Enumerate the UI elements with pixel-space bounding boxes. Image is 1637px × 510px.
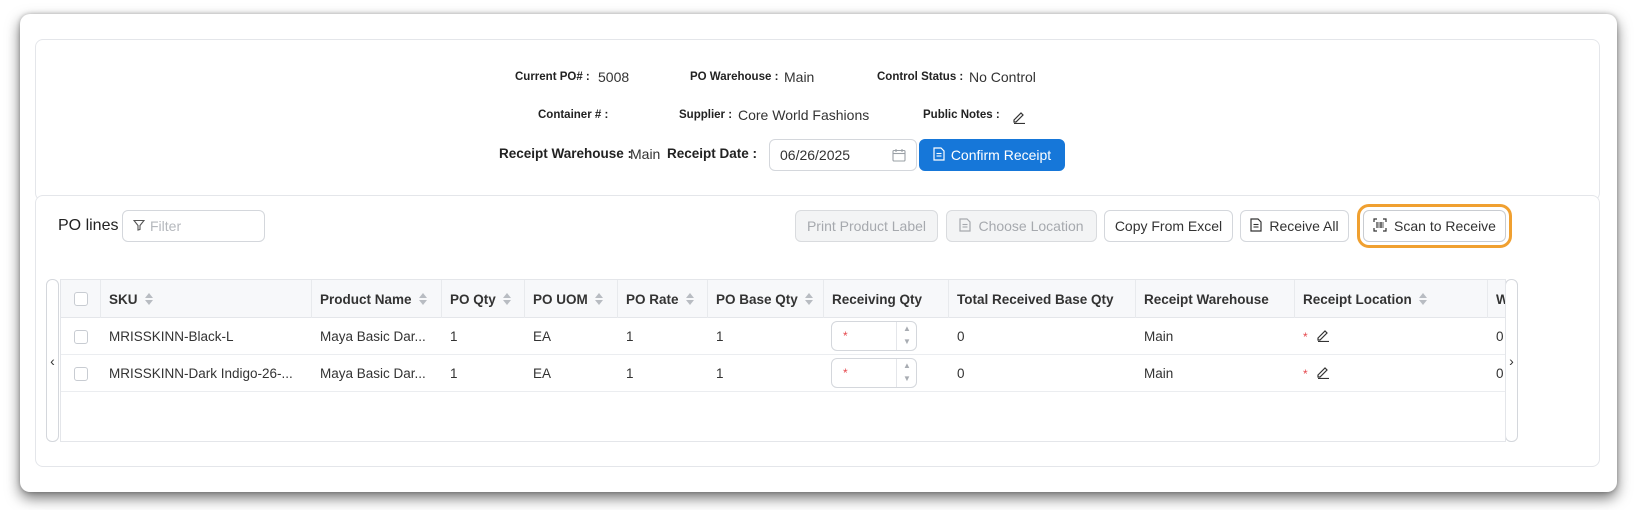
cell-po-rate: 1 <box>626 329 634 344</box>
cell-po-qty: 1 <box>450 366 458 381</box>
column-header-po-uom[interactable]: PO UOM <box>525 280 618 318</box>
cell-product-name: Maya Basic Dar... <box>320 366 426 381</box>
confirm-receipt-label: Confirm Receipt <box>950 147 1052 163</box>
cell-po-base-qty: 1 <box>716 366 724 381</box>
receiving-qty-input[interactable]: * ▲ ▼ <box>831 358 917 388</box>
receipt-date-value: 06/26/2025 <box>780 147 851 163</box>
sort-icon[interactable] <box>502 293 511 305</box>
cell-receipt-location: * <box>1295 318 1488 355</box>
column-header-po-qty[interactable]: PO Qty <box>442 280 525 318</box>
choose-location-button[interactable]: Choose Location <box>946 210 1097 242</box>
sort-icon[interactable] <box>418 293 427 305</box>
cell-receipt-warehouse: Main <box>1144 329 1174 344</box>
receipt-date-input[interactable]: 06/26/2025 <box>769 139 917 171</box>
po-warehouse-value: Main <box>784 69 815 85</box>
filter-placeholder: Filter <box>150 218 182 234</box>
receipt-date-label: Receipt Date : <box>667 146 758 161</box>
cell-po-qty: 1 <box>450 329 458 344</box>
table-header: SKU Product Name PO Qty PO UOM PO Rate P… <box>61 280 1505 318</box>
cell-w: 0 <box>1496 366 1504 381</box>
stepper-arrows[interactable]: ▲ ▼ <box>896 322 916 350</box>
column-header-w: W <box>1488 280 1505 318</box>
receipt-warehouse-label: Receipt Warehouse : <box>499 146 633 161</box>
cell-total-received-base-qty: 0 <box>957 366 965 381</box>
cell-receipt-warehouse: Main <box>1144 366 1174 381</box>
sort-icon[interactable] <box>804 293 813 305</box>
receive-all-button[interactable]: Receive All <box>1240 210 1349 242</box>
supplier-label: Supplier : <box>679 109 733 121</box>
required-marker: * <box>843 366 848 380</box>
required-marker: * <box>843 329 848 343</box>
control-status-label: Control Status : <box>877 71 964 83</box>
po-lines-title: PO lines <box>58 217 119 234</box>
column-header-total-received-base-qty: Total Received Base Qty <box>949 280 1136 318</box>
column-header-receipt-warehouse: Receipt Warehouse <box>1136 280 1295 318</box>
required-marker: * <box>1303 329 1308 344</box>
column-header-po-rate[interactable]: PO Rate <box>618 280 708 318</box>
receive-all-text: Receive All <box>1269 218 1339 234</box>
po-lines-table: SKU Product Name PO Qty PO UOM PO Rate P… <box>60 279 1506 442</box>
po-warehouse-label: PO Warehouse : <box>690 71 779 83</box>
table-row[interactable]: MRISSKINN-Black-L Maya Basic Dar... 1 EA… <box>61 318 1505 355</box>
public-notes-label: Public Notes : <box>923 109 1000 121</box>
edit-location-icon[interactable] <box>1316 328 1330 345</box>
supplier-value: Core World Fashions <box>738 107 870 123</box>
sort-icon[interactable] <box>1418 293 1427 305</box>
copy-from-excel-button[interactable]: Copy From Excel <box>1104 210 1233 242</box>
cell-po-uom: EA <box>533 366 552 381</box>
receipt-warehouse-value: Main <box>630 146 661 162</box>
sort-icon[interactable] <box>594 293 603 305</box>
chevron-left-icon: ‹ <box>50 352 55 369</box>
scroll-left-button[interactable]: ‹ <box>46 279 59 442</box>
calendar-icon[interactable] <box>892 148 906 165</box>
cell-sku: MRISSKINN-Black-L <box>109 329 234 344</box>
current-po-label: Current PO# : <box>515 71 590 83</box>
column-header-sku[interactable]: SKU <box>101 280 312 318</box>
scan-to-receive-button[interactable]: Scan to Receive <box>1357 204 1512 248</box>
stepper-arrows[interactable]: ▲ ▼ <box>896 359 916 387</box>
document-icon <box>959 217 972 235</box>
filter-icon <box>132 218 146 234</box>
document-icon <box>933 146 945 164</box>
chevron-right-icon: › <box>1509 352 1514 369</box>
column-header-receipt-location[interactable]: Receipt Location <box>1295 280 1488 318</box>
app-window: Current PO# : 5008 PO Warehouse : Main C… <box>20 14 1617 492</box>
column-header-product-name[interactable]: Product Name <box>312 280 442 318</box>
print-product-label-button[interactable]: Print Product Label <box>795 210 938 242</box>
filter-input[interactable]: Filter <box>122 210 265 242</box>
column-header-receiving-qty: Receiving Qty <box>824 280 949 318</box>
cell-product-name: Maya Basic Dar... <box>320 329 426 344</box>
sort-icon[interactable] <box>685 293 694 305</box>
edit-public-notes-icon[interactable] <box>1012 110 1028 126</box>
select-all-cell <box>61 280 101 318</box>
cell-po-uom: EA <box>533 329 552 344</box>
cell-po-base-qty: 1 <box>716 329 724 344</box>
control-status-value: No Control <box>969 69 1036 85</box>
copy-from-excel-text: Copy From Excel <box>1114 218 1223 234</box>
cell-w: 0 <box>1496 329 1504 344</box>
confirm-receipt-button[interactable]: Confirm Receipt <box>919 139 1065 171</box>
cell-po-rate: 1 <box>626 366 634 381</box>
barcode-scan-icon <box>1373 217 1387 235</box>
row-checkbox[interactable] <box>74 367 88 381</box>
document-icon <box>1250 217 1262 235</box>
print-product-label-text: Print Product Label <box>806 218 927 234</box>
cell-sku: MRISSKINN-Dark Indigo-26-... <box>109 366 293 381</box>
sort-icon[interactable] <box>144 293 153 305</box>
required-marker: * <box>1303 366 1308 381</box>
row-checkbox[interactable] <box>74 330 88 344</box>
cell-total-received-base-qty: 0 <box>957 329 965 344</box>
receiving-qty-input[interactable]: * ▲ ▼ <box>831 321 917 351</box>
cell-receipt-location: * <box>1295 355 1488 392</box>
container-label: Container # : <box>538 109 609 121</box>
scroll-right-button[interactable]: › <box>1505 279 1518 442</box>
scan-to-receive-text: Scan to Receive <box>1394 218 1496 234</box>
edit-location-icon[interactable] <box>1316 365 1330 382</box>
table-row[interactable]: MRISSKINN-Dark Indigo-26-... Maya Basic … <box>61 355 1505 392</box>
column-header-po-base-qty[interactable]: PO Base Qty <box>708 280 824 318</box>
current-po-value: 5008 <box>598 69 630 85</box>
select-all-checkbox[interactable] <box>74 292 88 306</box>
choose-location-text: Choose Location <box>978 218 1084 234</box>
